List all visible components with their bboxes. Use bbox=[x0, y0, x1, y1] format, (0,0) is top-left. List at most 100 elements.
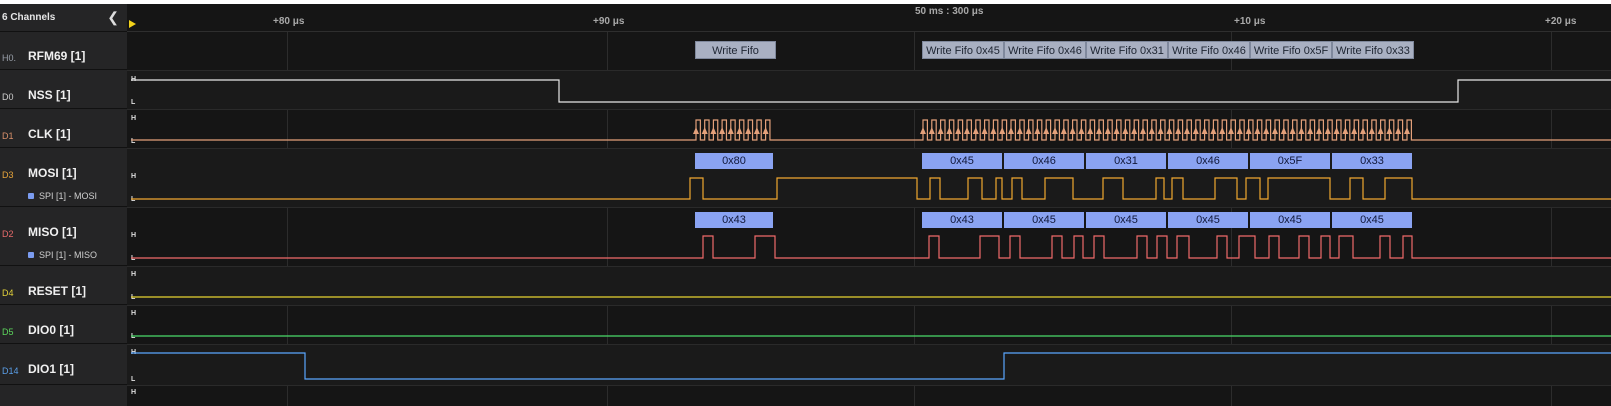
clk-edge-arrow-icon bbox=[1351, 127, 1358, 134]
clk-edge-arrow-icon bbox=[920, 127, 926, 134]
mosi-trace bbox=[131, 177, 1611, 200]
clk-edge-arrow-icon bbox=[1166, 127, 1173, 134]
clk-edge-arrow-icon bbox=[1104, 127, 1111, 134]
clk-edge-arrow-icon bbox=[1307, 127, 1314, 134]
channel-count-title: 6 Channels bbox=[2, 12, 56, 23]
clk-edge-arrow-icon bbox=[727, 127, 734, 134]
spi-analyzer-icon bbox=[28, 252, 34, 258]
clk-edge-arrow-icon bbox=[693, 127, 699, 134]
miso-trace bbox=[131, 235, 1611, 259]
clk-edge-arrow-icon bbox=[1069, 127, 1076, 134]
clk-edge-arrow-icon bbox=[1184, 127, 1190, 134]
clk-edge-arrow-icon bbox=[1034, 127, 1041, 134]
clk-edge-arrow-icon bbox=[1298, 127, 1305, 134]
channel-name: RESET [1] bbox=[28, 284, 87, 298]
channel-name: NSS [1] bbox=[28, 88, 71, 102]
clk-edge-arrow-icon bbox=[1060, 127, 1067, 134]
clk-edge-arrow-icon bbox=[1272, 127, 1278, 134]
clk-edge-arrow-icon bbox=[1148, 127, 1155, 134]
clk-edge-arrow-icon bbox=[1333, 127, 1340, 134]
clk-edge-arrow-icon bbox=[1043, 127, 1050, 134]
channel-sidebar: 6 Channels ❮ H0. RFM69 [1] D0 NSS [1] D1… bbox=[0, 4, 127, 406]
channel-index: D3 bbox=[2, 170, 14, 180]
clk-edge-arrow-icon bbox=[1096, 127, 1102, 134]
clk-edge-arrow-icon bbox=[1404, 127, 1410, 134]
channel-name: DIO1 [1] bbox=[28, 362, 75, 376]
clk-edge-arrow-icon bbox=[1368, 127, 1375, 134]
clk-edge-arrow-icon bbox=[1140, 127, 1146, 134]
clk-edge-arrow-icon bbox=[1087, 127, 1094, 134]
clk-edge-arrow-icon bbox=[1025, 127, 1032, 134]
clk-edge-arrow-icon bbox=[1324, 127, 1331, 134]
clk-edge-arrow-icon bbox=[745, 127, 752, 134]
clk-edge-arrow-icon bbox=[972, 127, 979, 134]
channel-dio1[interactable]: D14 DIO1 [1] bbox=[0, 345, 127, 385]
channel-name: CLK [1] bbox=[28, 127, 71, 141]
clk-edge-arrow-icon bbox=[1377, 127, 1384, 134]
clk-edge-arrow-icon bbox=[710, 127, 717, 134]
analyzer-label-miso: SPI [1] - MISO bbox=[28, 250, 97, 260]
clk-edge-arrow-icon bbox=[736, 127, 743, 134]
clk-edge-arrow-icon bbox=[964, 127, 970, 134]
spi-analyzer-icon bbox=[28, 193, 34, 199]
channel-index: D5 bbox=[2, 327, 14, 337]
clk-edge-arrow-icon bbox=[1386, 127, 1393, 134]
analyzer-label-mosi: SPI [1] - MOSI bbox=[28, 191, 97, 201]
clk-edge-arrow-icon bbox=[928, 127, 935, 134]
clk-edge-arrow-icon bbox=[1316, 127, 1322, 134]
channel-index: D0 bbox=[2, 92, 14, 102]
sidebar-header: 6 Channels ❮ bbox=[0, 4, 127, 32]
channel-index: D4 bbox=[2, 288, 14, 298]
chevron-left-icon[interactable]: ❮ bbox=[107, 9, 119, 26]
channel-name: MISO [1] bbox=[28, 225, 77, 239]
channel-name: RFM69 [1] bbox=[28, 49, 86, 63]
clk-edge-arrow-icon bbox=[1122, 127, 1129, 134]
channel-reset[interactable]: D4 RESET [1] bbox=[0, 267, 127, 305]
channel-index: H0. bbox=[2, 53, 17, 63]
clk-edge-arrow-icon bbox=[1201, 127, 1208, 134]
waveform-area[interactable]: 50 ms : 300 μs +80 μs +90 μs +10 μs +20 … bbox=[127, 4, 1611, 406]
clk-edge-arrow-icon bbox=[1342, 127, 1349, 134]
clk-edge-arrow-icon bbox=[1289, 127, 1296, 134]
clk-edge-arrow-icon bbox=[1228, 127, 1234, 134]
clk-edge-arrow-icon bbox=[1245, 127, 1252, 134]
clk-edge-arrow-icon bbox=[753, 127, 760, 134]
channel-index: D1 bbox=[2, 131, 14, 141]
clk-edge-arrow-icon bbox=[1280, 127, 1287, 134]
clk-edge-arrow-icon bbox=[1192, 127, 1199, 134]
clk-edge-arrow-icon bbox=[1078, 127, 1085, 134]
channel-index: D2 bbox=[2, 229, 14, 239]
clk-edge-arrow-icon bbox=[1175, 127, 1182, 134]
channel-nss[interactable]: D0 NSS [1] bbox=[0, 71, 127, 109]
clk-edge-arrow-icon bbox=[1157, 127, 1164, 134]
dio1-trace bbox=[131, 352, 1611, 380]
clk-edge-arrow-icon bbox=[762, 127, 769, 134]
clk-edge-arrow-icon bbox=[1052, 127, 1058, 134]
channel-miso[interactable]: D2 MISO [1] SPI [1] - MISO bbox=[0, 208, 127, 266]
clk-edge-arrow-icon bbox=[719, 127, 726, 134]
clk-edge-arrow-icon bbox=[981, 127, 988, 134]
logic-analyzer-window: 6 Channels ❮ H0. RFM69 [1] D0 NSS [1] D1… bbox=[0, 4, 1611, 406]
channel-clk[interactable]: D1 CLK [1] bbox=[0, 110, 127, 148]
clk-edge-arrow-icon bbox=[1263, 127, 1270, 134]
channel-name: MOSI [1] bbox=[28, 166, 77, 180]
channel-rfm69[interactable]: H0. RFM69 [1] bbox=[0, 32, 127, 70]
clk-edge-arrow-icon bbox=[946, 127, 953, 134]
nss-trace bbox=[131, 79, 1611, 103]
channel-dio0[interactable]: D5 DIO0 [1] bbox=[0, 306, 127, 344]
channel-name: DIO0 [1] bbox=[28, 323, 75, 337]
clk-edge-arrow-icon bbox=[1008, 127, 1014, 134]
clk-edge-arrow-icon bbox=[701, 127, 708, 134]
clk-edge-arrow-icon bbox=[1016, 127, 1023, 134]
clk-edge-arrow-icon bbox=[1113, 127, 1120, 134]
clk-edge-arrow-icon bbox=[999, 127, 1006, 134]
clk-edge-arrow-icon bbox=[990, 127, 997, 134]
clk-edge-arrow-icon bbox=[955, 127, 962, 134]
clk-edge-arrow-icon bbox=[1210, 127, 1217, 134]
clk-edge-arrow-icon bbox=[1360, 127, 1366, 134]
clk-edge-arrow-icon bbox=[1395, 127, 1402, 134]
clk-edge-arrow-icon bbox=[1219, 127, 1226, 134]
clk-edge-arrow-icon bbox=[1236, 127, 1243, 134]
channel-mosi[interactable]: D3 MOSI [1] SPI [1] - MOSI bbox=[0, 149, 127, 207]
clk-edge-arrow-icon bbox=[1131, 127, 1138, 134]
